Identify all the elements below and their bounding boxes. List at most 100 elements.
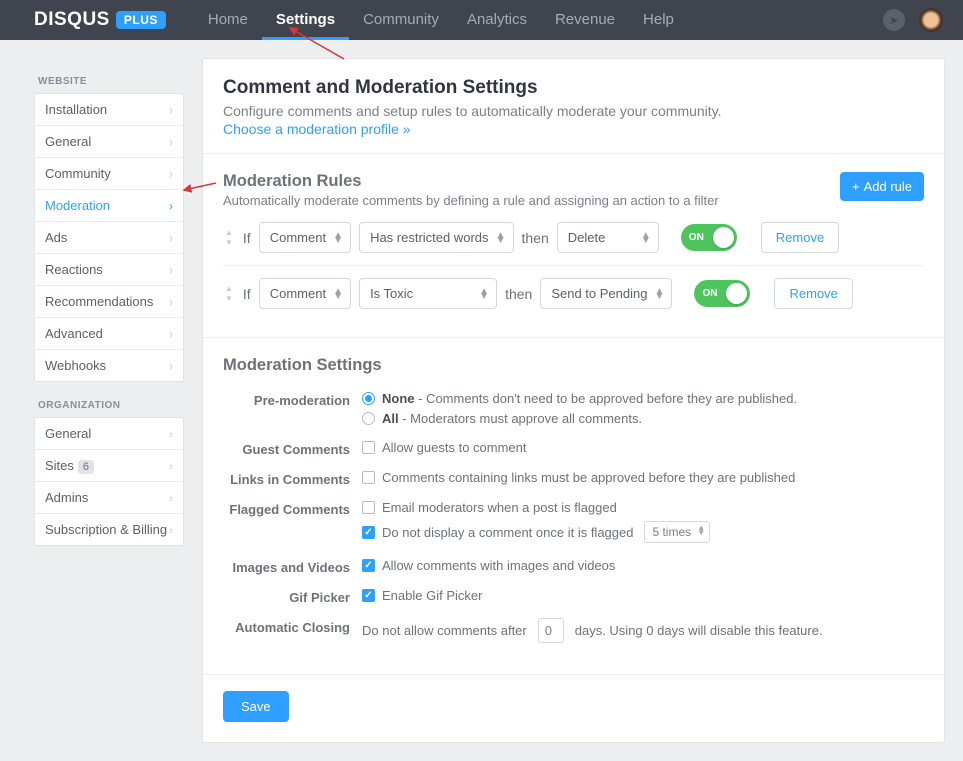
sidebar-item-community[interactable]: Community› <box>35 158 183 190</box>
sidebar-item-installation[interactable]: Installation › <box>35 94 183 126</box>
flag-threshold-select[interactable]: 5 times ▲▼ <box>644 521 710 543</box>
toggle-label: ON <box>689 232 704 243</box>
rule-subject-select[interactable]: Comment▲▼ <box>259 278 351 309</box>
chat-icon[interactable]: ➤ <box>883 9 905 31</box>
save-button[interactable]: Save <box>223 691 289 722</box>
checkbox-label: Email moderators when a post is flagged <box>382 500 617 515</box>
sidebar-item-reactions[interactable]: Reactions› <box>35 254 183 286</box>
checkbox-icon <box>362 441 375 454</box>
sidebar-org-title: ORGANIZATION <box>38 400 184 411</box>
nav-analytics[interactable]: Analytics <box>453 1 541 40</box>
flagged-email-row[interactable]: Email moderators when a post is flagged <box>362 500 924 515</box>
premod-none-option[interactable]: None - Comments don't need to be approve… <box>362 391 924 406</box>
sidebar-item-general[interactable]: General› <box>35 126 183 158</box>
rule-action-select[interactable]: Delete▲▼ <box>557 222 659 253</box>
nav-community[interactable]: Community <box>349 1 453 40</box>
sidebar-item-label: Installation <box>45 102 107 117</box>
checkbox-icon <box>362 501 375 514</box>
rule-subject-select[interactable]: Comment▲▼ <box>259 222 351 253</box>
nav-revenue[interactable]: Revenue <box>541 1 629 40</box>
nav-right: ➤ <box>883 8 943 32</box>
rules-subtitle: Automatically moderate comments by defin… <box>223 193 719 208</box>
sidebar-item-moderation[interactable]: Moderation› <box>35 190 183 222</box>
updown-icon: ▲▼ <box>697 525 705 535</box>
sidebar-item-advanced[interactable]: Advanced› <box>35 318 183 350</box>
flagged-label: Flagged Comments <box>223 500 350 517</box>
chevron-right-icon: › <box>169 359 173 373</box>
sidebar-item-sites[interactable]: Sites6› <box>35 450 183 482</box>
tier-badge: PLUS <box>116 11 166 29</box>
add-rule-button[interactable]: +Add rule <box>840 172 924 201</box>
chevron-right-icon: › <box>169 135 173 149</box>
avatar[interactable] <box>919 8 943 32</box>
closing-label: Automatic Closing <box>223 618 350 635</box>
links-checkbox-row[interactable]: Comments containing links must be approv… <box>362 470 924 485</box>
rule-row: ▲▼ If Comment▲▼ Has restricted words▲▼ t… <box>223 210 924 266</box>
nav-home[interactable]: Home <box>194 1 262 40</box>
page-title: Comment and Moderation Settings <box>223 77 924 99</box>
rule-toggle[interactable]: ON <box>694 280 750 307</box>
checkbox-icon <box>362 589 375 602</box>
chevron-right-icon: › <box>169 263 173 277</box>
guest-checkbox-row[interactable]: Allow guests to comment <box>362 440 924 455</box>
checkbox-label: Enable Gif Picker <box>382 588 482 603</box>
sidebar-item-label: Subscription & Billing <box>45 522 167 537</box>
rule-condition-select[interactable]: Is Toxic▲▼ <box>359 278 497 309</box>
sidebar-item-label: Ads <box>45 230 67 245</box>
links-label: Links in Comments <box>223 470 350 487</box>
if-label: If <box>243 230 251 246</box>
nav-help[interactable]: Help <box>629 1 688 40</box>
remove-rule-button[interactable]: Remove <box>761 222 839 253</box>
toggle-label: ON <box>702 288 717 299</box>
sidebar-item-admins[interactable]: Admins› <box>35 482 183 514</box>
gif-checkbox-row[interactable]: Enable Gif Picker <box>362 588 924 603</box>
rule-action-select[interactable]: Send to Pending▲▼ <box>540 278 672 309</box>
sidebar-item-org-general[interactable]: General› <box>35 418 183 450</box>
radio-icon <box>362 412 375 425</box>
top-nav: DISQUS PLUS Home Settings Community Anal… <box>0 0 963 40</box>
checkbox-label: Do not display a comment once it is flag… <box>382 525 633 540</box>
rule-sort-handle[interactable]: ▲▼ <box>223 285 235 303</box>
select-value: Is Toxic <box>370 286 413 301</box>
sidebar-website-group: Installation › General› Community› Modera… <box>34 93 184 382</box>
premod-all-option[interactable]: All - Moderators must approve all commen… <box>362 411 924 426</box>
chevron-right-icon: › <box>169 523 173 537</box>
closing-days-input[interactable] <box>538 618 564 643</box>
remove-rule-button[interactable]: Remove <box>774 278 852 309</box>
rule-sort-handle[interactable]: ▲▼ <box>223 229 235 247</box>
chevron-down-icon: ▼ <box>225 239 233 247</box>
option-text: - Moderators must approve all comments. <box>399 411 642 426</box>
sidebar-org-group: General› Sites6› Admins› Subscription & … <box>34 417 184 546</box>
sidebar-item-recommendations[interactable]: Recommendations› <box>35 286 183 318</box>
gif-label: Gif Picker <box>223 588 350 605</box>
nav-settings[interactable]: Settings <box>262 1 349 40</box>
option-text: - Comments don't need to be approved bef… <box>415 391 798 406</box>
sidebar: WEBSITE Installation› General› Community… <box>34 58 184 546</box>
checkbox-icon <box>362 471 375 484</box>
add-rule-label: Add rule <box>864 179 912 194</box>
chevron-right-icon: › <box>169 491 173 505</box>
moderation-profile-link[interactable]: Choose a moderation profile » <box>223 121 924 137</box>
select-value: 5 times <box>652 525 691 539</box>
flagged-hide-row[interactable]: Do not display a comment once it is flag… <box>362 521 924 543</box>
moderation-settings-section: Moderation Settings Pre-moderation None … <box>203 338 944 674</box>
sidebar-item-label: Advanced <box>45 326 103 341</box>
sidebar-item-billing[interactable]: Subscription & Billing› <box>35 514 183 545</box>
sidebar-item-ads[interactable]: Ads› <box>35 222 183 254</box>
logo[interactable]: DISQUS PLUS <box>34 9 166 31</box>
images-checkbox-row[interactable]: Allow comments with images and videos <box>362 558 924 573</box>
chevron-right-icon: › <box>169 103 173 117</box>
sidebar-item-label: Webhooks <box>45 358 106 373</box>
rule-row: ▲▼ If Comment▲▼ Is Toxic▲▼ then Send to … <box>223 266 924 321</box>
moderation-rules-section: Moderation Rules Automatically moderate … <box>203 154 944 338</box>
logo-text: DISQUS <box>34 9 110 31</box>
rules-title: Moderation Rules <box>223 172 719 191</box>
rule-toggle[interactable]: ON <box>681 224 737 251</box>
updown-icon: ▲▼ <box>496 233 506 243</box>
sidebar-item-webhooks[interactable]: Webhooks › <box>35 350 183 381</box>
page-subtitle: Configure comments and setup rules to au… <box>223 103 924 119</box>
rule-condition-select[interactable]: Has restricted words▲▼ <box>359 222 513 253</box>
chevron-right-icon: › <box>169 199 173 213</box>
select-value: Comment <box>270 286 326 301</box>
checkbox-label: Comments containing links must be approv… <box>382 470 795 485</box>
